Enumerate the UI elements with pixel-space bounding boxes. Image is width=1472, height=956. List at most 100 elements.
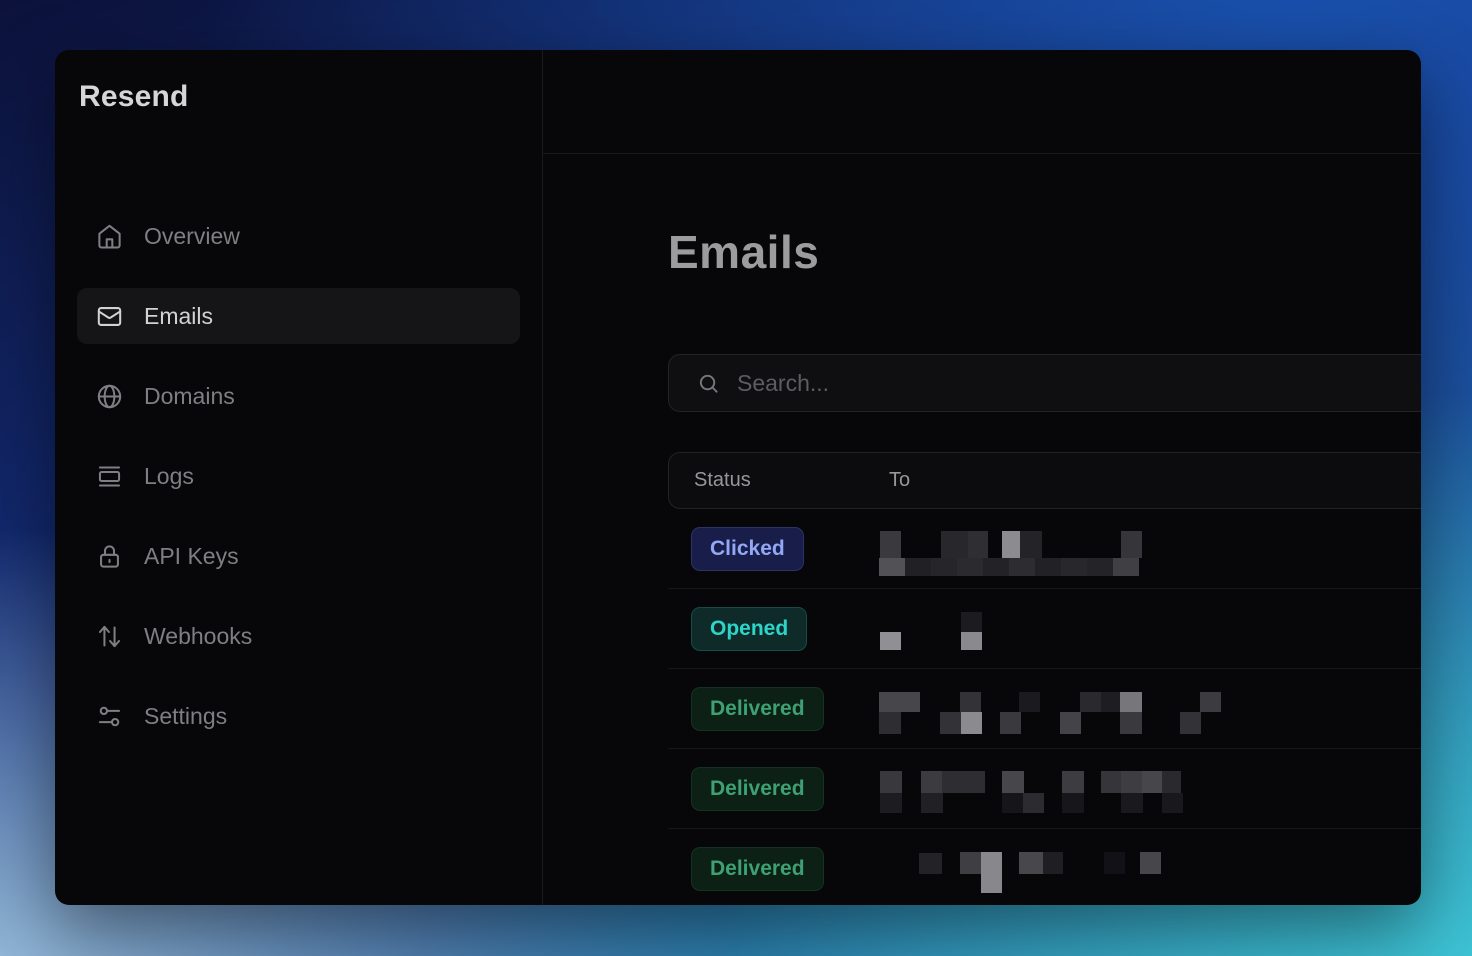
sidebar-item-label: Domains xyxy=(144,383,235,410)
sidebar-item-logs[interactable]: Logs xyxy=(77,448,520,504)
sidebar-item-domains[interactable]: Domains xyxy=(77,368,520,424)
table-row[interactable]: Opened xyxy=(668,589,1421,669)
redacted-recipient-pixels xyxy=(1019,852,1043,874)
sidebar-item-label: Emails xyxy=(144,303,213,330)
arrows-up-down-icon xyxy=(96,623,123,650)
emails-table: Status To Clicked Opened Delivered Delivere… xyxy=(668,452,1421,905)
status-badge: Delivered xyxy=(691,847,824,891)
redacted-recipient-pixels xyxy=(961,612,982,632)
table-row[interactable]: Delivered xyxy=(668,749,1421,829)
table-header: Status To xyxy=(668,452,1421,509)
redacted-recipient-pixels xyxy=(1019,692,1040,712)
status-badge: Clicked xyxy=(691,527,804,571)
sliders-icon xyxy=(96,703,123,730)
redacted-recipient-pixels xyxy=(879,558,905,576)
redacted-recipient-pixels xyxy=(1062,793,1084,813)
redacted-recipient-pixels xyxy=(961,632,982,650)
redacted-recipient-pixels xyxy=(1121,531,1142,558)
redacted-recipient-pixels xyxy=(879,712,901,734)
redacted-recipient-pixels xyxy=(1020,531,1042,558)
redacted-recipient-pixels xyxy=(961,712,982,734)
lock-icon xyxy=(96,543,123,570)
redacted-recipient-pixels xyxy=(880,531,901,558)
redacted-recipient-pixels xyxy=(880,771,902,793)
sidebar-item-label: API Keys xyxy=(144,543,239,570)
sidebar-item-emails[interactable]: Emails xyxy=(77,288,520,344)
page-title: Emails xyxy=(668,224,1421,280)
redacted-recipient-pixels xyxy=(968,531,988,558)
redacted-recipient-pixels xyxy=(880,793,902,813)
redacted-recipient-pixels xyxy=(940,712,961,734)
sidebar-item-label: Logs xyxy=(144,463,194,490)
redacted-recipient-pixels xyxy=(1043,852,1063,874)
table-row[interactable]: Delivered xyxy=(668,669,1421,749)
redacted-recipient-pixels xyxy=(941,531,968,558)
column-header-status: Status xyxy=(669,469,889,492)
redacted-recipient-pixels xyxy=(1002,531,1020,558)
app-window: Resend Overview Emails Domains Logs API Keys… xyxy=(55,50,1421,905)
redacted-recipient-pixels xyxy=(879,692,920,712)
mail-icon xyxy=(96,303,123,330)
redacted-recipient-pixels xyxy=(1087,558,1113,576)
sidebar-item-label: Webhooks xyxy=(144,623,252,650)
redacted-recipient-pixels xyxy=(1162,793,1183,813)
redacted-recipient-pixels xyxy=(1002,793,1023,813)
table-row[interactable]: Clicked xyxy=(668,509,1421,589)
main-panel: Emails Status To Clicked Opened Delivered D… xyxy=(543,50,1421,905)
redacted-recipient-pixels xyxy=(921,793,943,813)
sidebar-item-webhooks[interactable]: Webhooks xyxy=(77,608,520,664)
sidebar-item-overview[interactable]: Overview xyxy=(77,208,520,264)
redacted-recipient-pixels xyxy=(919,853,942,874)
search-box[interactable] xyxy=(668,354,1421,412)
home-icon xyxy=(96,223,123,250)
redacted-recipient-pixels xyxy=(1120,712,1142,734)
status-badge: Delivered xyxy=(691,687,824,731)
table-row[interactable]: Delivered xyxy=(668,829,1421,905)
redacted-recipient-pixels xyxy=(1121,771,1142,793)
redacted-recipient-pixels xyxy=(1101,692,1120,712)
brand-logo: Resend xyxy=(79,80,189,114)
sidebar-item-label: Settings xyxy=(144,703,227,730)
desktop-background: { "app": { "brand": "Resend" }, "sidebar… xyxy=(0,0,1472,956)
redacted-recipient-pixels xyxy=(1113,558,1139,576)
emails-page: Emails Status To Clicked Opened Delivered D… xyxy=(543,154,1421,905)
redacted-recipient-pixels xyxy=(931,558,957,576)
redacted-recipient-pixels xyxy=(1200,692,1221,712)
redacted-recipient-pixels xyxy=(942,771,985,793)
redacted-recipient-pixels xyxy=(1142,771,1162,793)
redacted-recipient-pixels xyxy=(921,771,942,793)
redacted-recipient-pixels xyxy=(1120,692,1142,712)
search-input[interactable] xyxy=(737,355,1421,411)
redacted-recipient-pixels xyxy=(1162,771,1181,793)
redacted-recipient-pixels xyxy=(880,632,901,650)
redacted-recipient-pixels xyxy=(1023,793,1044,813)
redacted-recipient-pixels xyxy=(983,558,1009,576)
redacted-recipient-pixels xyxy=(1101,771,1121,793)
sidebar-item-settings[interactable]: Settings xyxy=(77,688,520,744)
status-badge: Opened xyxy=(691,607,807,651)
sidebar-nav: Overview Emails Domains Logs API Keys Webhook… xyxy=(77,208,520,744)
logs-icon xyxy=(96,463,123,490)
redacted-recipient-pixels xyxy=(957,558,983,576)
redacted-recipient-pixels xyxy=(905,558,931,576)
status-badge: Delivered xyxy=(691,767,824,811)
table-body: Clicked Opened Delivered Delivered Delivered xyxy=(668,509,1421,905)
redacted-recipient-pixels xyxy=(1121,793,1143,813)
redacted-recipient-pixels xyxy=(1140,852,1161,874)
redacted-recipient-pixels xyxy=(1000,712,1021,734)
redacted-recipient-pixels xyxy=(1061,558,1087,576)
sidebar-item-api-keys[interactable]: API Keys xyxy=(77,528,520,584)
redacted-recipient-pixels xyxy=(1062,771,1084,793)
sidebar-item-label: Overview xyxy=(144,223,240,250)
redacted-recipient-pixels xyxy=(981,852,1002,893)
redacted-recipient-pixels xyxy=(1035,558,1061,576)
globe-icon xyxy=(96,383,123,410)
redacted-recipient-pixels xyxy=(960,852,981,874)
redacted-recipient-pixels xyxy=(1002,771,1024,793)
redacted-recipient-pixels xyxy=(1104,852,1125,874)
main-header xyxy=(543,50,1421,154)
redacted-recipient-pixels xyxy=(960,692,981,712)
column-header-to: To xyxy=(889,469,910,492)
search-icon xyxy=(697,372,720,395)
sidebar: Resend Overview Emails Domains Logs API Keys… xyxy=(55,50,543,905)
